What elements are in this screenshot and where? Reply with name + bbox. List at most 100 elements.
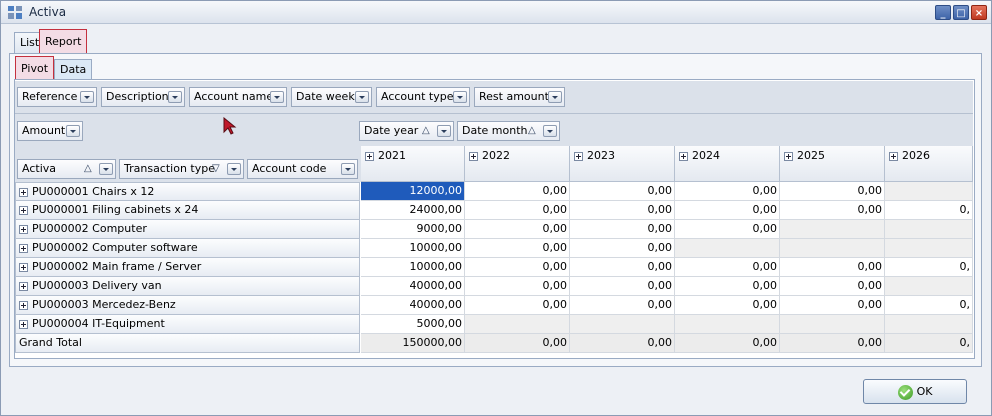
table-cell[interactable]: 0,00 xyxy=(675,296,780,315)
field-date-week[interactable]: Date week xyxy=(291,87,372,107)
expand-icon[interactable] xyxy=(19,187,28,197)
table-cell[interactable] xyxy=(885,182,973,201)
chevron-down-icon[interactable] xyxy=(453,91,467,103)
grand-total-cell[interactable]: 0,00 xyxy=(675,334,780,353)
table-cell[interactable]: 0,00 xyxy=(780,182,885,201)
sort-asc-icon[interactable]: △ xyxy=(84,160,92,178)
expand-icon[interactable] xyxy=(574,151,583,161)
sort-desc-icon[interactable]: ▽ xyxy=(212,160,220,178)
field-description[interactable]: Description xyxy=(101,87,185,107)
row-header[interactable]: PU000002 Main frame / Server xyxy=(15,258,360,277)
sort-asc-icon[interactable]: △ xyxy=(528,122,536,140)
row-header[interactable]: PU000001 Filing cabinets x 24 xyxy=(15,201,360,220)
chevron-down-icon[interactable] xyxy=(80,91,94,103)
field-rest-amount[interactable]: Rest amount xyxy=(474,87,565,107)
chevron-down-icon[interactable] xyxy=(543,125,557,137)
grand-total-cell[interactable]: 0, xyxy=(885,334,973,353)
grand-total-cell[interactable]: 0,00 xyxy=(465,334,570,353)
table-cell[interactable]: 0,00 xyxy=(570,220,675,239)
table-cell[interactable]: 0,00 xyxy=(675,182,780,201)
grand-total-cell[interactable]: 0,00 xyxy=(570,334,675,353)
column-header-2025[interactable]: 2025 xyxy=(780,146,885,182)
chevron-down-icon[interactable] xyxy=(227,163,241,175)
chevron-down-icon[interactable] xyxy=(548,91,562,103)
table-cell[interactable] xyxy=(885,315,973,334)
table-cell[interactable] xyxy=(885,220,973,239)
grand-total-cell[interactable]: 150000,00 xyxy=(361,334,465,353)
chevron-down-icon[interactable] xyxy=(355,91,369,103)
column-header-2026[interactable]: 2026 xyxy=(885,146,973,182)
chevron-down-icon[interactable] xyxy=(341,163,355,175)
table-cell[interactable]: 0,00 xyxy=(780,201,885,220)
table-cell[interactable]: 0,00 xyxy=(570,277,675,296)
field-reference[interactable]: Reference xyxy=(17,87,97,107)
table-cell[interactable]: 0,00 xyxy=(570,182,675,201)
table-cell[interactable] xyxy=(780,315,885,334)
table-cell[interactable]: 0,00 xyxy=(570,258,675,277)
expand-icon[interactable] xyxy=(19,262,28,272)
table-cell[interactable]: 0,00 xyxy=(465,220,570,239)
column-header-2021[interactable]: 2021 xyxy=(361,146,465,182)
row-header[interactable]: PU000003 Delivery van xyxy=(15,277,360,296)
table-cell[interactable] xyxy=(780,220,885,239)
column-header-2024[interactable]: 2024 xyxy=(675,146,780,182)
table-cell[interactable]: 0,00 xyxy=(780,296,885,315)
table-cell[interactable] xyxy=(780,239,885,258)
chevron-down-icon[interactable] xyxy=(270,91,284,103)
table-cell[interactable]: 40000,00 xyxy=(361,277,465,296)
table-cell[interactable]: 0,00 xyxy=(675,201,780,220)
table-cell[interactable]: 24000,00 xyxy=(361,201,465,220)
expand-icon[interactable] xyxy=(19,300,28,310)
tab-data[interactable]: Data xyxy=(54,59,93,81)
field-activa[interactable]: Activa △ xyxy=(17,159,116,179)
expand-icon[interactable] xyxy=(889,151,898,161)
table-cell[interactable] xyxy=(675,315,780,334)
table-cell[interactable]: 10000,00 xyxy=(361,258,465,277)
field-account-code[interactable]: Account code xyxy=(247,159,358,179)
table-cell[interactable]: 0,00 xyxy=(570,239,675,258)
row-header[interactable]: PU000002 Computer xyxy=(15,220,360,239)
table-cell[interactable]: 0,00 xyxy=(675,220,780,239)
table-cell[interactable]: 9000,00 xyxy=(361,220,465,239)
expand-icon[interactable] xyxy=(469,151,478,161)
ok-button[interactable]: OK xyxy=(863,379,967,404)
expand-icon[interactable] xyxy=(19,319,28,329)
table-cell[interactable]: 0,00 xyxy=(465,182,570,201)
expand-icon[interactable] xyxy=(19,243,28,253)
table-cell[interactable] xyxy=(465,315,570,334)
field-account-name[interactable]: Account name xyxy=(189,87,287,107)
chevron-down-icon[interactable] xyxy=(437,125,451,137)
table-cell[interactable]: 0,00 xyxy=(465,296,570,315)
expand-icon[interactable] xyxy=(19,224,28,234)
expand-icon[interactable] xyxy=(19,205,28,215)
table-cell[interactable]: 0, xyxy=(885,296,973,315)
field-transaction-type[interactable]: Transaction type ▽ xyxy=(119,159,244,179)
minimize-button[interactable]: _ xyxy=(935,5,951,20)
row-header[interactable]: PU000004 IT-Equipment xyxy=(15,315,360,334)
table-cell[interactable]: 0,00 xyxy=(780,277,885,296)
column-header-2022[interactable]: 2022 xyxy=(465,146,570,182)
table-cell[interactable]: 0,00 xyxy=(675,277,780,296)
chevron-down-icon[interactable] xyxy=(99,163,113,175)
column-header-2023[interactable]: 2023 xyxy=(570,146,675,182)
row-header[interactable]: PU000002 Computer software xyxy=(15,239,360,258)
field-amount[interactable]: Amount xyxy=(17,121,83,141)
row-header[interactable]: PU000001 Chairs x 12 xyxy=(15,182,360,201)
table-cell[interactable]: 0,00 xyxy=(675,258,780,277)
chevron-down-icon[interactable] xyxy=(168,91,182,103)
tab-report[interactable]: Report xyxy=(39,29,88,54)
table-cell[interactable] xyxy=(570,315,675,334)
expand-icon[interactable] xyxy=(679,151,688,161)
expand-icon[interactable] xyxy=(784,151,793,161)
field-date-month[interactable]: Date month △ xyxy=(457,121,560,141)
expand-icon[interactable] xyxy=(19,281,28,291)
table-cell[interactable]: 5000,00 xyxy=(361,315,465,334)
table-cell[interactable]: 40000,00 xyxy=(361,296,465,315)
table-cell[interactable] xyxy=(885,239,973,258)
table-cell[interactable]: 0,00 xyxy=(780,258,885,277)
table-cell[interactable]: 0,00 xyxy=(465,277,570,296)
table-cell[interactable]: 12000,00 xyxy=(361,182,465,201)
table-cell[interactable]: 0,00 xyxy=(570,201,675,220)
sort-asc-icon[interactable]: △ xyxy=(422,122,430,140)
expand-icon[interactable] xyxy=(365,151,374,161)
